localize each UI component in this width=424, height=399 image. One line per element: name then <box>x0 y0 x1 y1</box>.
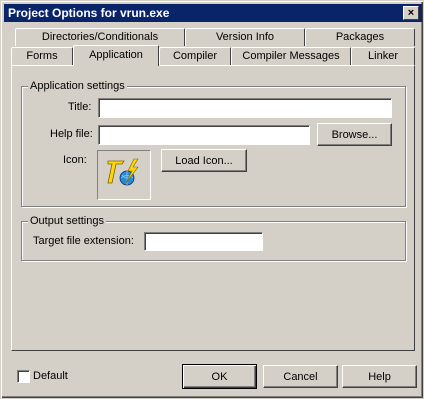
tab-version-info[interactable]: Version Info <box>185 28 305 46</box>
tab-linker[interactable]: Linker <box>351 47 415 65</box>
default-label[interactable]: Default <box>33 369 68 383</box>
close-button[interactable]: × <box>403 6 419 20</box>
tab-packages[interactable]: Packages <box>305 28 415 46</box>
helpfile-label: Help file: <box>50 128 93 140</box>
tab-forms[interactable]: Forms <box>11 47 73 65</box>
target-extension-label: Target file extension: <box>33 235 134 247</box>
title-bar[interactable]: Project Options for vrun.exe × <box>4 4 422 22</box>
help-button[interactable]: Help <box>342 365 417 388</box>
application-icon <box>107 158 139 186</box>
tab-label: Packages <box>335 31 385 43</box>
tab-application[interactable]: Application <box>73 45 159 66</box>
title-input[interactable] <box>98 98 392 118</box>
load-icon-button[interactable]: Load Icon... <box>161 149 247 172</box>
browse-button[interactable]: Browse... <box>317 123 392 146</box>
target-extension-input[interactable] <box>144 232 263 251</box>
tab-label: Compiler Messages <box>242 50 340 62</box>
tab-label: Forms <box>26 50 58 62</box>
title-label: Title: <box>68 101 92 113</box>
tab-compiler-messages[interactable]: Compiler Messages <box>231 47 351 65</box>
tab-directories-conditionals[interactable]: Directories/Conditionals <box>15 28 185 46</box>
cancel-button[interactable]: Cancel <box>263 365 338 388</box>
output-settings-label: Output settings <box>28 215 106 227</box>
project-options-dialog: Project Options for vrun.exe × Directori… <box>0 0 424 399</box>
app-icon-preview <box>97 150 151 200</box>
icon-label: Icon: <box>63 154 87 166</box>
tab-label: Application <box>89 49 143 61</box>
ok-button[interactable]: OK <box>182 364 257 389</box>
tab-label: Version Info <box>215 31 275 43</box>
helpfile-input[interactable] <box>98 125 310 145</box>
tab-compiler[interactable]: Compiler <box>159 47 231 65</box>
application-settings-label: Application settings <box>28 80 127 92</box>
close-icon: × <box>407 7 415 19</box>
default-checkbox[interactable] <box>17 370 30 383</box>
window-title: Project Options for vrun.exe <box>8 6 170 20</box>
tab-label: Linker <box>368 50 398 62</box>
tab-label: Compiler <box>172 50 217 62</box>
tab-label: Directories/Conditionals <box>41 31 159 43</box>
application-tab-panel: Application settings Title: Help file: B… <box>11 65 415 351</box>
